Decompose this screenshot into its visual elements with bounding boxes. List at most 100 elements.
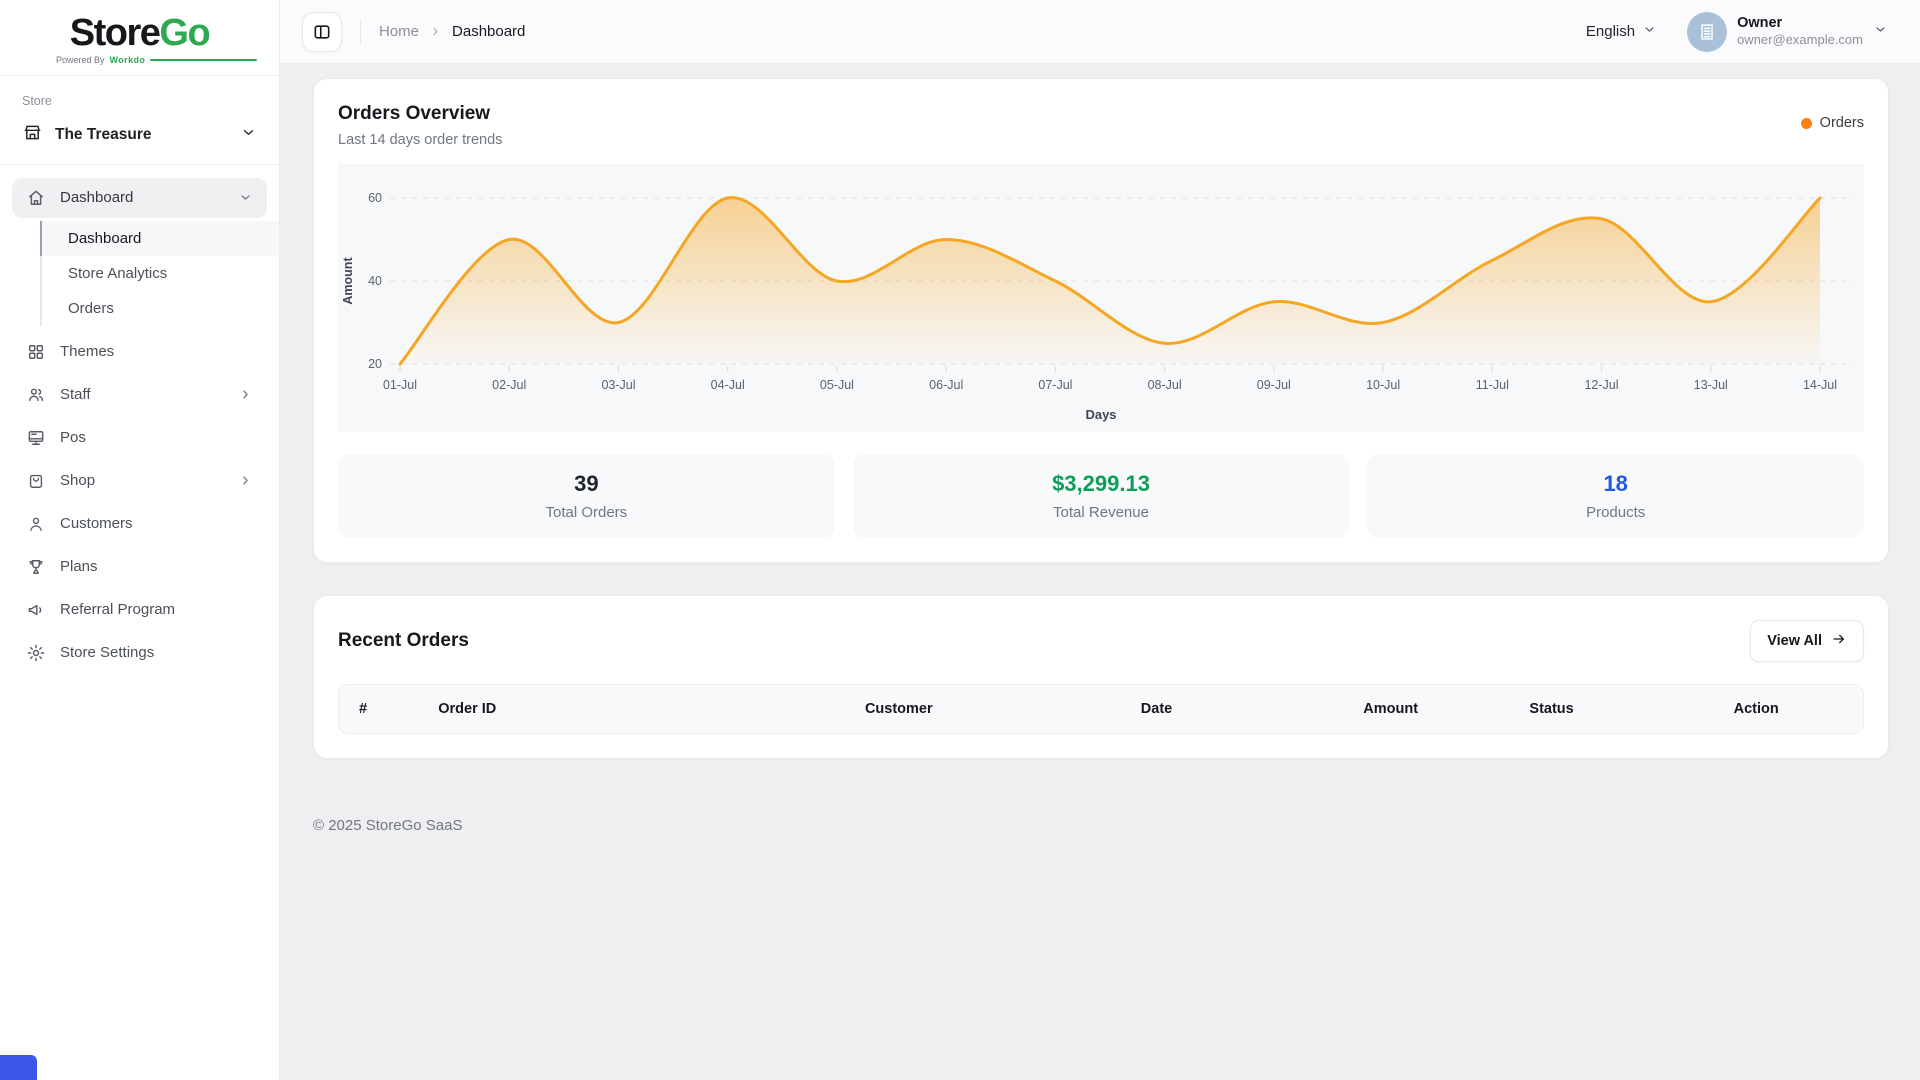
svg-text:07-Jul: 07-Jul: [1038, 378, 1072, 392]
orders-overview-title: Orders Overview: [338, 103, 502, 125]
avatar: [1687, 12, 1727, 52]
svg-text:40: 40: [368, 274, 382, 288]
arrow-right-icon: [1831, 631, 1847, 651]
user-menu[interactable]: Owner owner@example.com: [1687, 12, 1888, 52]
sidebar-item-label: Shop: [60, 472, 95, 489]
svg-text:04-Jul: 04-Jul: [711, 378, 745, 392]
orders-overview-card: Orders Overview Last 14 days order trend…: [313, 78, 1889, 563]
svg-text:09-Jul: 09-Jul: [1257, 378, 1291, 392]
svg-text:03-Jul: 03-Jul: [601, 378, 635, 392]
store-section-label: Store: [22, 94, 257, 108]
chevron-down-icon: [238, 190, 253, 205]
storefront-icon: [22, 122, 43, 148]
column-header-customer: Customer: [845, 685, 1121, 733]
megaphone-icon: [26, 600, 46, 620]
sidebar-item-referral-program[interactable]: Referral Program: [12, 590, 267, 630]
sidebar-item-pos[interactable]: Pos: [12, 418, 267, 458]
stat-label: Total Orders: [354, 504, 819, 521]
stat-total-orders: 39 Total Orders: [338, 454, 835, 538]
svg-text:08-Jul: 08-Jul: [1148, 378, 1182, 392]
recent-orders-title: Recent Orders: [338, 630, 469, 652]
sidebar-submenu: DashboardStore AnalyticsOrders: [40, 221, 279, 326]
sidebar-subitem-store-analytics[interactable]: Store Analytics: [40, 256, 279, 291]
bag-icon: [26, 471, 46, 491]
orders-area-chart: 60402001-Jul02-Jul03-Jul04-Jul05-Jul06-J…: [338, 164, 1864, 432]
floating-widget-button[interactable]: [0, 1055, 37, 1080]
sidebar: StoreGo Powered By Workdo Store The Trea…: [0, 0, 280, 1080]
gear-icon: [26, 643, 46, 663]
chart-legend: Orders: [1801, 115, 1864, 131]
sidebar-toggle-button[interactable]: [302, 12, 342, 52]
chevron-down-icon: [240, 124, 257, 146]
sidebar-item-label: Plans: [60, 558, 98, 575]
trophy-icon: [26, 557, 46, 577]
breadcrumb-home[interactable]: Home: [379, 23, 419, 40]
sidebar-item-label: Customers: [60, 515, 133, 532]
svg-text:14-Jul: 14-Jul: [1803, 378, 1837, 392]
main-area: Home Dashboard English Owner owner@examp…: [280, 0, 1920, 1080]
user-email: owner@example.com: [1737, 32, 1863, 48]
chevron-right-icon: [238, 387, 253, 402]
user-icon: [26, 514, 46, 534]
stat-value: 39: [354, 471, 819, 497]
breadcrumb: Home Dashboard: [379, 23, 525, 40]
page-content: Orders Overview Last 14 days order trend…: [280, 64, 1920, 1080]
app-root: StoreGo Powered By Workdo Store The Trea…: [0, 0, 1920, 1080]
stat-value: 18: [1383, 471, 1848, 497]
sidebar-item-dashboard[interactable]: Dashboard: [12, 178, 267, 218]
sidebar-item-label: Store Settings: [60, 644, 154, 661]
topbar: Home Dashboard English Owner owner@examp…: [280, 0, 1920, 64]
sidebar-item-label: Themes: [60, 343, 114, 360]
sidebar-item-staff[interactable]: Staff: [12, 375, 267, 415]
sidebar-subitem-orders[interactable]: Orders: [40, 291, 279, 326]
svg-text:13-Jul: 13-Jul: [1694, 378, 1728, 392]
home-icon: [26, 188, 46, 208]
legend-dot: [1801, 118, 1812, 129]
chevron-down-icon: [1642, 22, 1657, 41]
column-header-num: #: [339, 685, 418, 733]
powered-by: Powered By Workdo: [22, 55, 257, 65]
svg-text:06-Jul: 06-Jul: [929, 378, 963, 392]
svg-text:60: 60: [368, 191, 382, 205]
store-section: Store The Treasure: [0, 76, 279, 165]
store-name: The Treasure: [55, 126, 152, 144]
orders-table-header: #Order IDCustomerDateAmountStatusAction: [339, 685, 1863, 733]
stat-label: Products: [1383, 504, 1848, 521]
column-header-date: Date: [1121, 685, 1344, 733]
sidebar-item-label: Staff: [60, 386, 91, 403]
orders-table: #Order IDCustomerDateAmountStatusAction: [338, 684, 1864, 734]
column-header-order-id: Order ID: [418, 685, 845, 733]
sidebar-item-themes[interactable]: Themes: [12, 332, 267, 372]
svg-text:Days: Days: [1085, 407, 1116, 422]
stat-products: 18 Products: [1367, 454, 1864, 538]
sidebar-item-store-settings[interactable]: Store Settings: [12, 633, 267, 673]
chevron-right-icon: [429, 25, 442, 38]
stat-total-revenue: $3,299.13 Total Revenue: [853, 454, 1350, 538]
grid-icon: [26, 342, 46, 362]
sidebar-item-label: Dashboard: [60, 189, 133, 206]
stat-value: $3,299.13: [869, 471, 1334, 497]
topbar-divider: [360, 19, 361, 45]
svg-text:11-Jul: 11-Jul: [1476, 378, 1509, 392]
svg-text:Amount: Amount: [341, 257, 355, 305]
pos-icon: [26, 428, 46, 448]
view-all-button[interactable]: View All: [1750, 620, 1864, 662]
sidebar-nav: DashboardDashboardStore AnalyticsOrdersT…: [0, 165, 279, 673]
recent-orders-card: Recent Orders View All #Order IDCustomer…: [313, 595, 1889, 759]
breadcrumb-current: Dashboard: [452, 23, 525, 40]
sidebar-item-shop[interactable]: Shop: [12, 461, 267, 501]
topbar-right: English Owner owner@example.com: [1586, 12, 1888, 52]
column-header-status: Status: [1509, 685, 1713, 733]
svg-text:20: 20: [368, 357, 382, 371]
orders-overview-subtitle: Last 14 days order trends: [338, 132, 502, 148]
stats-row: 39 Total Orders $3,299.13 Total Revenue …: [338, 454, 1864, 538]
sidebar-item-plans[interactable]: Plans: [12, 547, 267, 587]
sidebar-subitem-dashboard[interactable]: Dashboard: [40, 221, 279, 256]
sidebar-item-customers[interactable]: Customers: [12, 504, 267, 544]
sidebar-item-label: Referral Program: [60, 601, 175, 618]
store-selector[interactable]: The Treasure: [22, 122, 257, 148]
svg-text:05-Jul: 05-Jul: [820, 378, 854, 392]
column-header-amount: Amount: [1343, 685, 1509, 733]
language-selector[interactable]: English: [1586, 22, 1657, 41]
chevron-down-icon: [1873, 22, 1888, 42]
